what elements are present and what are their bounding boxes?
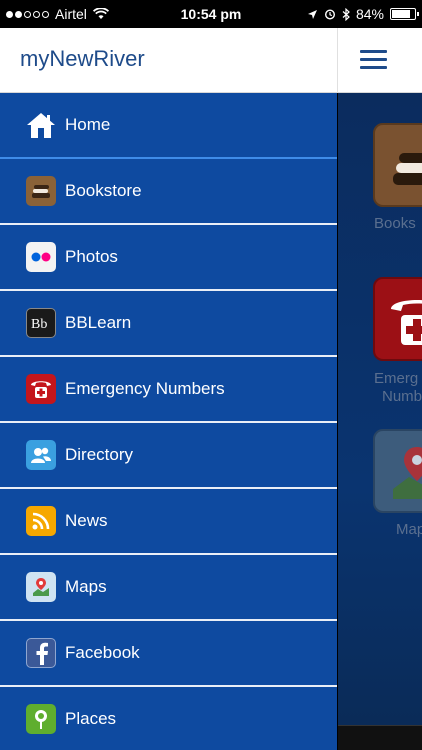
menu-item-label: Home xyxy=(65,115,111,134)
menu-item-label: BBLearn xyxy=(65,313,132,332)
menu-item-label: Directory xyxy=(65,445,134,464)
menu-item-label: Photos xyxy=(65,247,118,266)
facebook-icon xyxy=(26,638,56,668)
menu-item-bookstore[interactable]: Bookstore xyxy=(0,159,337,225)
location-arrow-icon xyxy=(307,9,317,19)
app-header: myNewRiver xyxy=(0,28,422,93)
menu-item-label: Emergency Numbers xyxy=(65,379,225,398)
map-pin-icon xyxy=(393,447,422,499)
menu-item-maps[interactable]: Maps xyxy=(0,555,337,621)
bottom-bar xyxy=(338,725,422,750)
grid-emergency-tile[interactable] xyxy=(373,277,422,361)
flickr-icon xyxy=(26,242,56,272)
menu-item-label: Facebook xyxy=(65,643,140,662)
menu-item-directory[interactable]: Directory xyxy=(0,423,337,489)
menu-item-bblearn[interactable]: Bb BBLearn xyxy=(0,291,337,357)
blackboard-icon: Bb xyxy=(26,308,56,338)
hamburger-menu-icon[interactable] xyxy=(360,50,387,70)
people-icon xyxy=(26,440,56,470)
grid-label: Map xyxy=(396,521,422,538)
battery-icon xyxy=(390,8,419,20)
grid-label: Numb xyxy=(382,388,422,405)
app-title: myNewRiver xyxy=(20,46,145,71)
status-right: 84% xyxy=(307,6,419,22)
places-pin-icon xyxy=(26,704,56,734)
status-bar: Airtel 10:54 pm 84% xyxy=(0,0,422,28)
header-divider xyxy=(337,28,338,93)
battery-percent: 84% xyxy=(355,6,384,22)
bluetooth-icon xyxy=(342,7,350,21)
emergency-phone-icon xyxy=(391,300,422,345)
grid-maps-tile[interactable] xyxy=(373,429,422,513)
emergency-phone-icon xyxy=(26,374,56,404)
grid-label: Books xyxy=(374,215,416,232)
menu-item-label: News xyxy=(65,511,108,530)
menu-item-label: Places xyxy=(65,709,117,728)
books-icon xyxy=(26,176,56,206)
menu-item-label: Bookstore xyxy=(65,181,142,200)
menu-item-places[interactable]: Places xyxy=(0,687,337,750)
side-menu: Home Bookstore Photos Bb BBLearn Emergen… xyxy=(0,93,337,750)
menu-item-photos[interactable]: Photos xyxy=(0,225,337,291)
grid-label: Emerg xyxy=(374,370,419,387)
rss-icon xyxy=(26,506,56,536)
menu-item-home[interactable]: Home xyxy=(0,93,337,159)
svg-text:Bb: Bb xyxy=(31,317,47,332)
menu-item-label: Maps xyxy=(65,577,107,596)
main-content-background: Books Emerg Numb Map xyxy=(338,93,422,750)
home-icon xyxy=(26,110,56,140)
books-icon xyxy=(393,153,422,185)
menu-item-news[interactable]: News xyxy=(0,489,337,555)
menu-item-facebook[interactable]: Facebook xyxy=(0,621,337,687)
grid-bookstore-tile[interactable] xyxy=(373,123,422,207)
map-pin-icon xyxy=(26,572,56,602)
alarm-icon xyxy=(324,9,335,20)
menu-item-emergency-numbers[interactable]: Emergency Numbers xyxy=(0,357,337,423)
